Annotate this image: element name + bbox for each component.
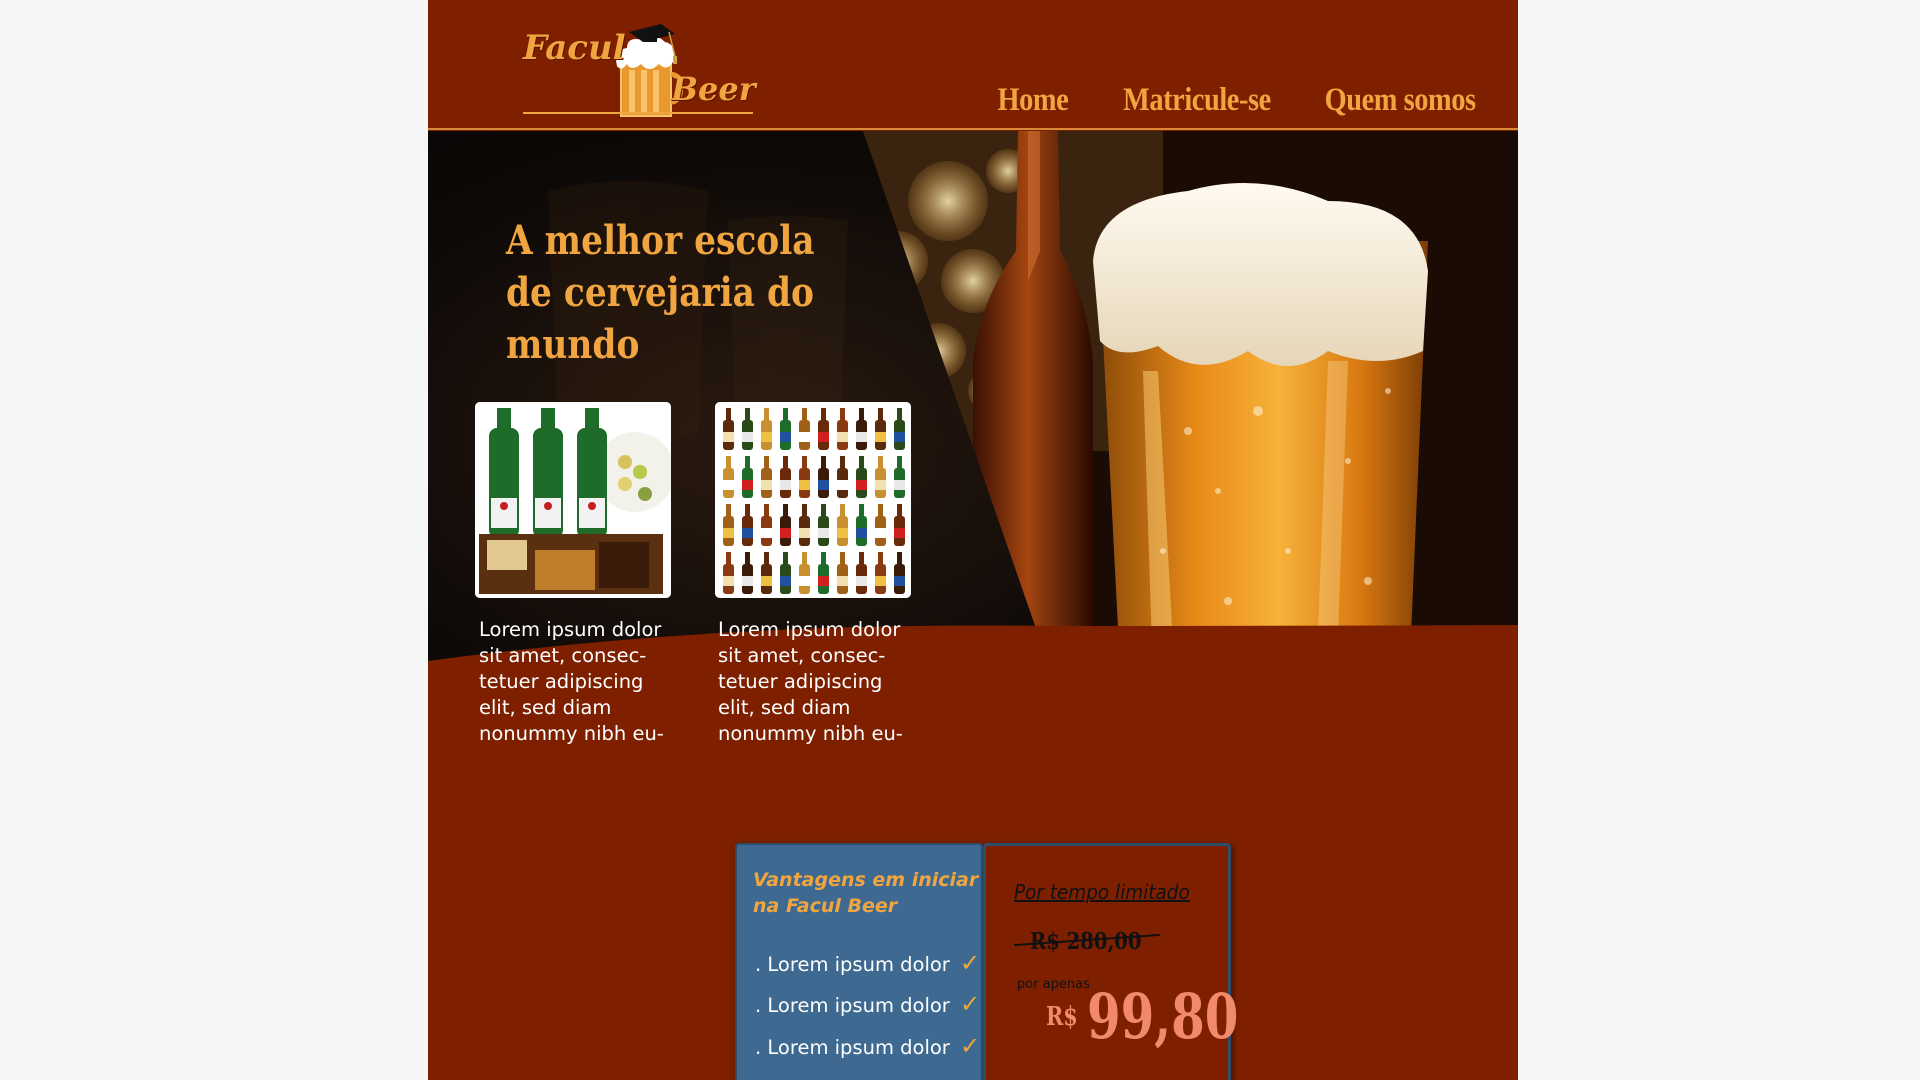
only-label: por apenas <box>1017 977 1090 992</box>
advantages-panel: Vantagens em iniciar na Facul Beer . Lor… <box>735 843 983 1080</box>
advantage-text: Lorem ipsum dolor <box>767 953 950 976</box>
nav-matricule-se[interactable]: Matricule-se <box>1123 82 1271 119</box>
logo-text-beer: Beer <box>671 70 756 108</box>
nav-home[interactable]: Home <box>998 82 1069 119</box>
card-image-heineken[interactable] <box>475 402 671 598</box>
advantage-item: . Lorem ipsum dolor ✓ <box>755 949 980 977</box>
check-icon: ✓ <box>960 949 981 977</box>
heineken-bottles-image <box>475 402 671 598</box>
main-nav: Home Matricule-se Quem somos <box>986 82 1477 119</box>
check-icon: ✓ <box>960 1032 981 1060</box>
advantage-text: Lorem ipsum dolor <box>767 1036 950 1059</box>
bullet: . <box>755 1073 761 1080</box>
advantage-text: Lorem ipsum dolor <box>767 994 950 1017</box>
card-text-2: Lorem ipsum dolor sit amet, consec- tetu… <box>718 618 903 745</box>
pricing-panel: Por tempo limitado R$ 280,00 por apenas … <box>983 843 1238 1080</box>
logo[interactable]: Facul Beer <box>523 8 756 126</box>
price-currency: R$ <box>1046 1002 1078 1032</box>
hero-section: A melhor escola de cervejaria do mundo L… <box>428 131 1518 821</box>
card-image-bottles[interactable] <box>715 402 911 598</box>
logo-text-facul: Facul <box>523 28 626 68</box>
check-icon: ✓ <box>960 990 981 1018</box>
advantage-item: . Lorem ipsum dolor ✓ <box>755 990 980 1018</box>
new-price: 99,80 <box>1087 980 1239 1053</box>
advantage-item: . Lorem ipsum dolor ✓ <box>755 1032 980 1060</box>
beer-bottles-grid-image <box>715 402 911 598</box>
advantages-title: Vantagens em iniciar na Facul Beer <box>753 869 979 917</box>
page: Facul Beer Home Matricule-se Quem somos <box>428 0 1518 1080</box>
bullet: . <box>755 953 762 976</box>
advantage-item-partial: . <box>755 1073 761 1080</box>
nav-quem-somos[interactable]: Quem somos <box>1325 82 1476 119</box>
limited-time-label: Por tempo limitado <box>1014 880 1190 904</box>
header: Facul Beer Home Matricule-se Quem somos <box>428 0 1518 130</box>
bullet: . <box>755 994 762 1017</box>
logo-underline <box>523 112 753 114</box>
bullet: . <box>755 1036 762 1059</box>
hero-title: A melhor escola de cervejaria do mundo <box>506 217 815 368</box>
card-text-1: Lorem ipsum dolor sit amet, consec- tetu… <box>479 618 664 745</box>
